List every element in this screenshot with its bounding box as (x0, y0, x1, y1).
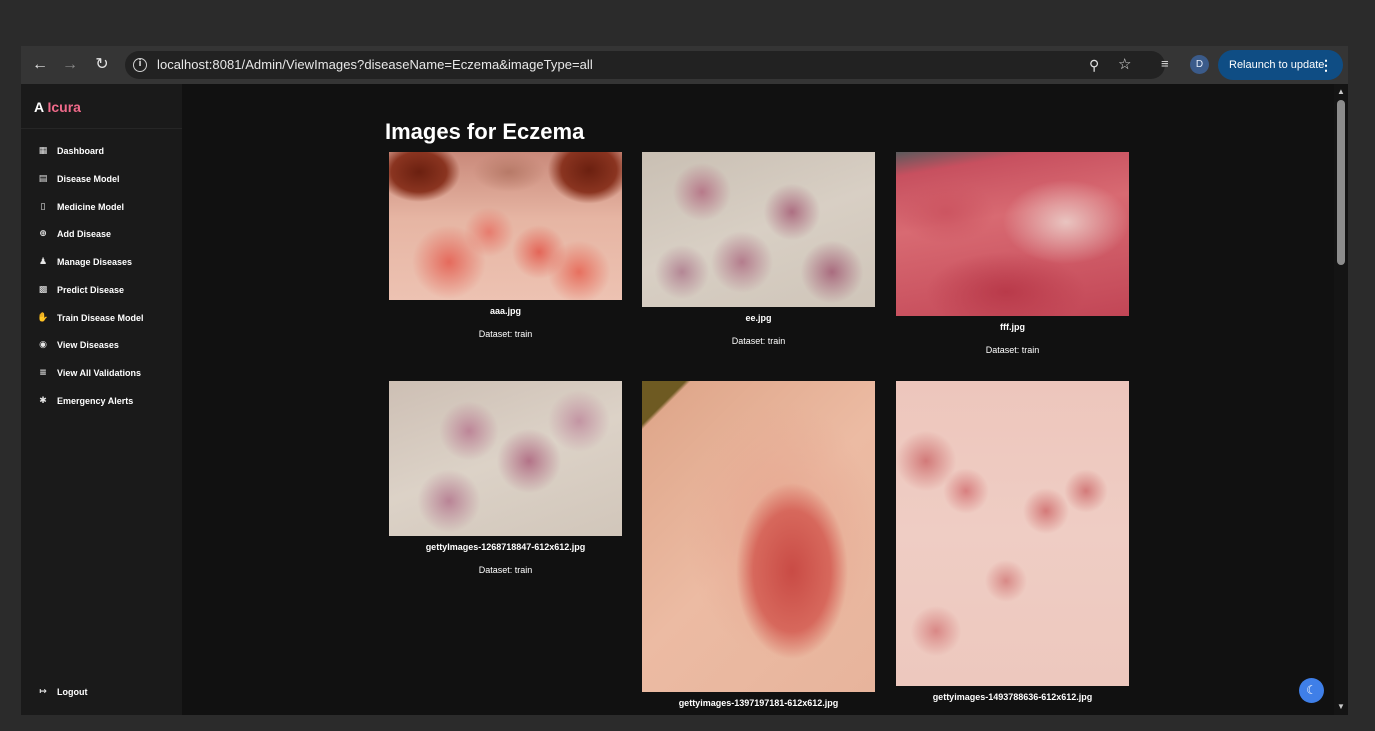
table-icon: ▤ (38, 174, 48, 184)
scroll-thumb[interactable] (1337, 100, 1345, 265)
dashboard-icon: ▦ (38, 146, 48, 156)
image-card: gettyimages-1397197181-612x612.jpg (642, 381, 875, 708)
image-dataset: Dataset: train (985, 345, 1040, 355)
info-icon[interactable]: i (133, 58, 147, 72)
brand-name: Icura (47, 99, 81, 115)
eye-icon: ◉ (39, 340, 47, 350)
sidebar-item-view-diseases[interactable]: ◉ View Diseases (37, 337, 119, 353)
sidebar-item-view-all-validations[interactable]: ≡ View All Validations (37, 365, 141, 381)
disease-image[interactable] (896, 152, 1129, 316)
image-card: ee.jpg Dataset: train (642, 152, 875, 346)
brand-prefix: A (34, 99, 44, 115)
disease-image[interactable] (389, 381, 622, 536)
disease-image[interactable] (642, 152, 875, 307)
main-content: Images for Eczema aaa.jpg Dataset: train… (182, 84, 1334, 715)
sidebar-item-medicine-model[interactable]: ▯ Medicine Model (37, 199, 125, 215)
sidebar-item-label: Add Disease (57, 229, 112, 239)
browser-window: ← → ↻ i localhost:8081/Admin/ViewImages?… (21, 46, 1348, 715)
divider (21, 128, 182, 129)
sidebar-item-emergency-alerts[interactable]: ✱ Emergency Alerts (37, 393, 133, 409)
logout-icon: ↦ (39, 687, 47, 697)
sidebar-item-label: Disease Model (57, 174, 120, 184)
medicine-icon: ▯ (40, 202, 46, 212)
reload-icon[interactable]: ↻ (91, 54, 113, 76)
image-filename: gettyImages-1268718847-612x612.jpg (425, 542, 586, 552)
image-dataset: Dataset: train (731, 336, 786, 346)
url-text[interactable]: localhost:8081/Admin/ViewImages?diseaseN… (157, 57, 593, 72)
relaunch-button[interactable]: Relaunch to update ⋮ (1218, 50, 1343, 80)
list-check-icon: ≡ (39, 368, 47, 378)
dark-mode-toggle[interactable]: ☾ (1299, 678, 1324, 703)
sidebar-item-train-disease-model[interactable]: ✋ Train Disease Model (37, 310, 144, 326)
browser-toolbar: ← → ↻ i localhost:8081/Admin/ViewImages?… (21, 46, 1348, 84)
image-card: fff.jpg Dataset: train (896, 152, 1129, 355)
image-filename: fff.jpg (1000, 322, 1025, 332)
brand-logo[interactable]: A Icura (34, 99, 81, 115)
sidebar-item-label: Medicine Model (57, 202, 125, 212)
scroll-down-icon[interactable]: ▼ (1337, 702, 1345, 711)
forward-icon[interactable]: → (59, 54, 81, 76)
sidebar-item-label: View Diseases (57, 340, 119, 350)
media-icon[interactable]: ≡ (1161, 56, 1169, 71)
sidebar-item-predict-disease[interactable]: ▩ Predict Disease (37, 282, 124, 298)
disease-image[interactable] (896, 381, 1129, 686)
image-filename: ee.jpg (745, 313, 772, 323)
sidebar-item-label: Emergency Alerts (57, 396, 134, 406)
relaunch-label: Relaunch to update (1229, 59, 1325, 71)
sidebar-item-dashboard[interactable]: ▦ Dashboard (37, 143, 104, 159)
sidebar-item-label: Train Disease Model (57, 313, 144, 323)
hand-icon: ✋ (37, 313, 49, 323)
plus-circle-icon: ⊕ (39, 229, 47, 239)
image-card: aaa.jpg Dataset: train (389, 152, 622, 339)
logout-button[interactable]: ↦ Logout (37, 684, 88, 700)
asterisk-icon: ✱ (39, 396, 47, 406)
sidebar-item-add-disease[interactable]: ⊕ Add Disease (37, 226, 111, 242)
sidebar-item-label: Dashboard (57, 146, 105, 156)
image-filename: gettyimages-1493788636-612x612.jpg (932, 692, 1093, 702)
sidebar-item-label: View All Validations (57, 368, 142, 378)
image-card: gettyimages-1493788636-612x612.jpg (896, 381, 1129, 702)
clipboard-icon: ▩ (38, 285, 48, 295)
people-icon: ♟ (38, 257, 48, 267)
sidebar-item-label: Manage Diseases (57, 257, 133, 267)
disease-image[interactable] (642, 381, 875, 692)
disease-image[interactable] (389, 152, 622, 300)
address-bar[interactable]: i localhost:8081/Admin/ViewImages?diseas… (125, 51, 1165, 79)
image-card: gettyImages-1268718847-612x612.jpg Datas… (389, 381, 622, 575)
image-filename: aaa.jpg (489, 306, 521, 316)
image-filename: gettyimages-1397197181-612x612.jpg (678, 698, 839, 708)
sidebar: A Icura ▦ Dashboard ▤ Disease Model ▯ Me… (21, 84, 182, 715)
moon-icon: ☾ (1306, 683, 1317, 697)
image-dataset: Dataset: train (478, 565, 533, 575)
logout-label: Logout (57, 687, 88, 697)
page-title: Images for Eczema (385, 119, 585, 144)
sidebar-item-disease-model[interactable]: ▤ Disease Model (37, 171, 120, 187)
image-dataset: Dataset: train (478, 329, 533, 339)
star-icon[interactable]: ☆ (1118, 56, 1131, 74)
scroll-up-icon[interactable]: ▲ (1337, 87, 1345, 96)
profile-avatar[interactable]: D (1190, 55, 1209, 74)
scrollbar[interactable]: ▲ ▼ (1334, 84, 1348, 715)
back-icon[interactable]: ← (29, 54, 51, 76)
sidebar-item-manage-diseases[interactable]: ♟ Manage Diseases (37, 254, 132, 270)
sidebar-item-label: Predict Disease (57, 285, 125, 295)
more-vert-icon[interactable]: ⋮ (1319, 50, 1333, 80)
zoom-icon[interactable]: ⚲ (1089, 56, 1099, 74)
